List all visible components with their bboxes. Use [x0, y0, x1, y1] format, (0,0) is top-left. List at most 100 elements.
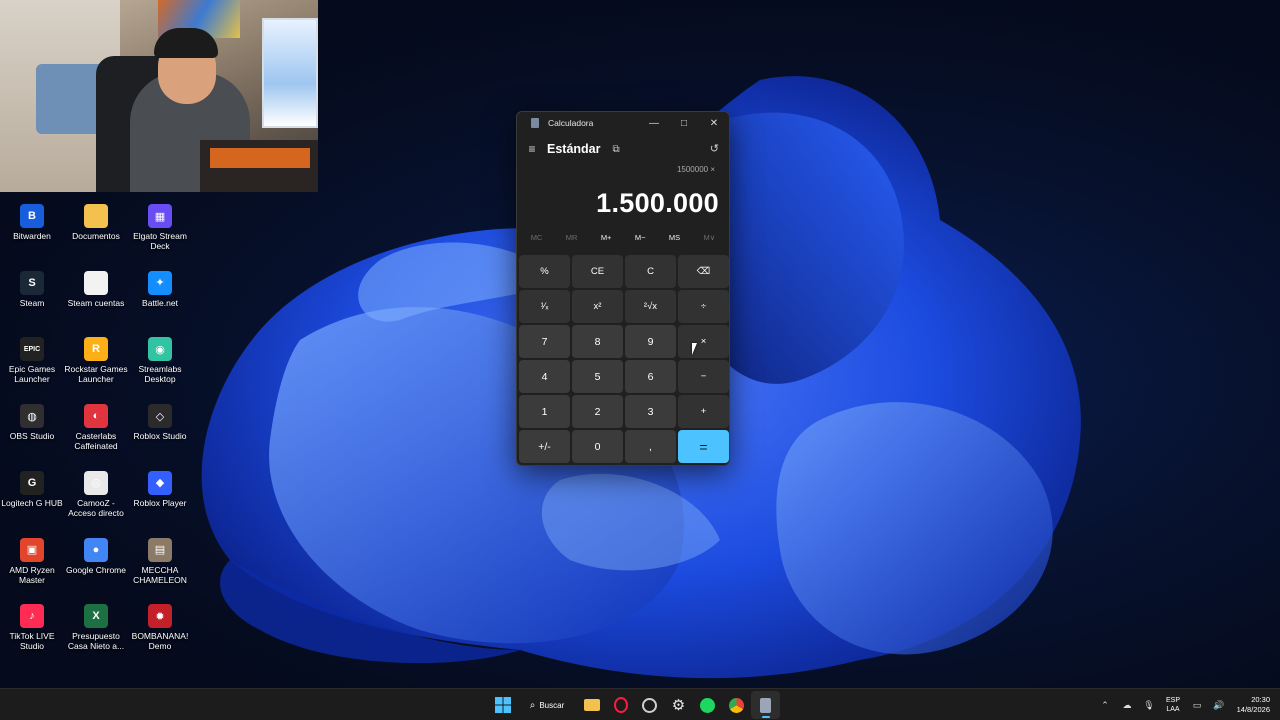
add-button[interactable]: +: [678, 395, 729, 428]
app-icon: S: [20, 270, 44, 295]
mouse-cursor: [692, 343, 701, 355]
memory-recall-button: MR: [565, 232, 578, 242]
app-icon: ●: [84, 537, 108, 562]
desktop-icon[interactable]: EPIC Epic Games Launcher: [0, 333, 64, 384]
negate-button[interactable]: +/-: [519, 430, 570, 463]
desktop-icon[interactable]: ♪ TikTok LIVE Studio: [0, 600, 64, 651]
digit-6-button[interactable]: 6: [625, 360, 676, 393]
windows-logo-icon: [494, 697, 511, 713]
network-icon[interactable]: ▭: [1186, 700, 1208, 711]
app-clock-button[interactable]: [635, 691, 664, 719]
app-icon: ✦: [148, 270, 172, 295]
decimal-separator-button[interactable]: ,: [625, 430, 676, 463]
clock[interactable]: 20:30 14/8/2026: [1230, 695, 1280, 715]
history-icon[interactable]: ↺: [710, 142, 719, 155]
desktop-icon[interactable]: ▤ MECCHA CHAMELEON: [128, 534, 192, 585]
calculator-window[interactable]: Calculadora — □ ✕ ≡ Estándar ⧉ ↺ 1500000…: [516, 111, 730, 466]
desktop-icon-label: CamooZ - Acceso directo: [68, 497, 124, 518]
app-icon: ✹: [148, 604, 172, 629]
desktop-icon[interactable]: ◇ Roblox Studio: [128, 400, 192, 441]
app-icon: G: [20, 470, 44, 495]
memory-subtract-button[interactable]: M−: [635, 233, 646, 242]
subtract-button[interactable]: −: [678, 360, 729, 393]
desktop-icon[interactable]: X Presupuesto Casa Nieto a...: [64, 600, 128, 651]
memory-store-button[interactable]: MS: [669, 233, 680, 242]
digit-0-button[interactable]: 0: [572, 430, 623, 463]
desktop-icon-label: Steam: [19, 297, 45, 308]
desktop-icon-label: Roblox Studio: [133, 431, 187, 442]
square-button[interactable]: x²: [572, 290, 623, 323]
webcam-cap: [154, 28, 218, 58]
maximize-button[interactable]: □: [669, 112, 699, 134]
system-tray: ⌃ ☁ 🎙 ESP LAA ▭ 🔊 20:30 14/8/2026: [1094, 689, 1280, 720]
minimize-button[interactable]: —: [639, 112, 669, 134]
settings-button[interactable]: ⚙: [664, 691, 693, 719]
desktop-icon[interactable]: ▦ Elgato Stream Deck: [128, 200, 192, 251]
language-indicator[interactable]: ESP LAA: [1160, 696, 1186, 714]
digit-3-button[interactable]: 3: [625, 395, 676, 428]
desktop-icon[interactable]: ✹ BOMBANANA! Demo: [128, 600, 192, 651]
close-button[interactable]: ✕: [699, 112, 729, 134]
desktop-icon[interactable]: ◐ Casterlabs Caffeinated: [64, 400, 128, 451]
folder-icon: [583, 699, 600, 711]
reciprocal-button[interactable]: ¹⁄ₓ: [519, 290, 570, 323]
clock-icon: [642, 697, 657, 713]
desktop-icon[interactable]: Steam cuentas: [64, 267, 128, 308]
digit-9-button[interactable]: 9: [625, 325, 676, 358]
digit-7-button[interactable]: 7: [519, 325, 570, 358]
desktop-icon[interactable]: R Rockstar Games Launcher: [64, 333, 128, 384]
desktop-icon[interactable]: ◆ Roblox Player: [128, 467, 192, 508]
window-title: Calculadora: [548, 118, 594, 128]
desktop-icon[interactable]: ◍ OBS Studio: [0, 400, 64, 441]
desktop-icon[interactable]: ✦ Battle.net: [128, 267, 192, 308]
percent-button[interactable]: %: [519, 255, 570, 288]
opera-gx-button[interactable]: [606, 691, 635, 719]
digit-8-button[interactable]: 8: [572, 325, 623, 358]
desktop-icon-label: OBS Studio: [9, 431, 55, 442]
app-icon: ▣: [20, 537, 44, 562]
digit-2-button[interactable]: 2: [572, 395, 623, 428]
webcam-pc-tower: [262, 18, 318, 128]
desktop-icon[interactable]: G Logitech G HUB: [0, 467, 64, 508]
clock-time: 20:30: [1251, 695, 1270, 704]
desktop-icon[interactable]: ◎ CamooZ - Acceso directo: [64, 467, 128, 518]
chrome-button[interactable]: [722, 691, 751, 719]
spotify-button[interactable]: [693, 691, 722, 719]
desktop-icon-label: Steam cuentas: [67, 297, 125, 308]
digit-1-button[interactable]: 1: [519, 395, 570, 428]
taskbar-search-button[interactable]: ⌕ Buscar: [517, 693, 577, 717]
digit-5-button[interactable]: 5: [572, 360, 623, 393]
opera-gx-icon: [613, 697, 628, 713]
microphone-icon[interactable]: 🎙: [1138, 700, 1160, 711]
app-icon: ◉: [148, 337, 172, 362]
divide-button[interactable]: ÷: [678, 290, 729, 323]
desktop-icon[interactable]: ◉ Streamlabs Desktop: [128, 333, 192, 384]
calculator-taskbar-button[interactable]: [751, 691, 780, 719]
equals-button[interactable]: =: [678, 430, 729, 463]
desktop-icon[interactable]: ● Google Chrome: [64, 534, 128, 575]
clear-entry-button[interactable]: CE: [572, 255, 623, 288]
keep-on-top-icon[interactable]: ⧉: [613, 144, 620, 155]
desktop-icon-label: Roblox Player: [133, 497, 187, 508]
language-code: ESP: [1165, 697, 1180, 704]
square-root-button[interactable]: ²√x: [625, 290, 676, 323]
memory-add-button[interactable]: M+: [601, 233, 612, 242]
onedrive-icon[interactable]: ☁: [1116, 700, 1138, 711]
calculator-titlebar[interactable]: Calculadora — □ ✕: [517, 112, 729, 134]
desktop-icon[interactable]: Documentos: [64, 200, 128, 241]
desktop-icon[interactable]: B Bitwarden: [0, 200, 64, 241]
clear-button[interactable]: C: [625, 255, 676, 288]
calculator-icon: [760, 697, 771, 713]
volume-icon[interactable]: 🔊: [1208, 700, 1230, 711]
file-explorer-button[interactable]: [577, 691, 606, 719]
hamburger-menu-icon[interactable]: ≡: [517, 142, 547, 156]
windows-start-button[interactable]: [488, 691, 517, 719]
multiply-button[interactable]: ×: [678, 325, 729, 358]
chevron-up-icon[interactable]: ⌃: [1094, 700, 1116, 711]
memory-clear-button: MC: [530, 232, 543, 242]
desktop-icon[interactable]: S Steam: [0, 267, 64, 308]
digit-4-button[interactable]: 4: [519, 360, 570, 393]
backspace-button[interactable]: ⌫: [678, 255, 729, 288]
webcam-desk-mat: [210, 148, 310, 168]
desktop-icon[interactable]: ▣ AMD Ryzen Master: [0, 534, 64, 585]
